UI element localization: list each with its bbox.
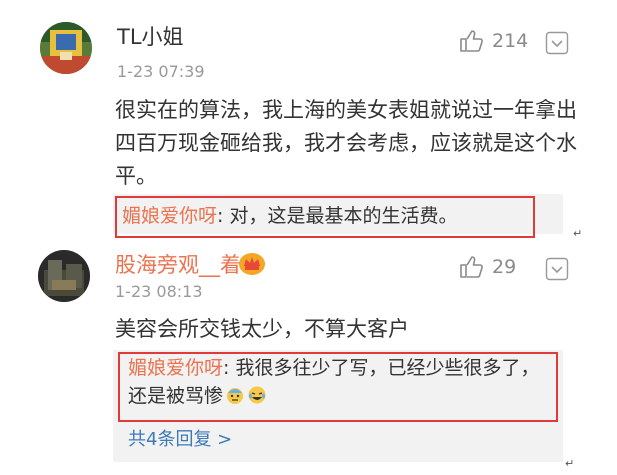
paragraph-mark: ↵ <box>565 457 575 470</box>
more-menu-button[interactable] <box>545 31 569 55</box>
paragraph-mark: ↵ <box>573 227 583 240</box>
timestamp: 1-23 07:39 <box>117 62 205 81</box>
avatar[interactable] <box>38 250 90 302</box>
like-button[interactable]: 214 <box>458 28 528 54</box>
like-count: 29 <box>492 256 517 278</box>
view-more-replies-link[interactable]: 共4条回复 > <box>128 428 232 452</box>
chevron-down-icon <box>545 31 569 55</box>
reply-highlight-box <box>115 196 535 238</box>
comment-item: TL小姐 1-23 07:39 214 很实在的算法，我上海的美女表姐就说过一年… <box>0 0 617 240</box>
vip-crown-icon <box>239 253 265 275</box>
comment-text: 美容会所交钱太少，不算大客户 <box>115 317 409 341</box>
like-button[interactable]: 29 <box>458 254 516 280</box>
like-count: 214 <box>492 30 529 52</box>
username[interactable]: 股海旁观__着 <box>115 252 241 278</box>
avatar[interactable] <box>40 22 92 74</box>
comment-text: 很实在的算法，我上海的美女表姐就说过一年拿出四百万现金砸给我，我才会考虑，应该就… <box>115 98 577 188</box>
username[interactable]: TL小姐 <box>117 24 184 50</box>
chevron-down-icon <box>545 257 569 281</box>
more-menu-button[interactable] <box>545 257 569 281</box>
timestamp: 1-23 08:13 <box>115 282 203 301</box>
reply-highlight-box <box>118 352 558 422</box>
comment-item: 股海旁观__着 1-23 08:13 29 美容会所交钱太少，不算大客户 媚娘爱… <box>0 240 617 475</box>
thumbs-up-icon <box>460 30 483 52</box>
thumbs-up-icon <box>460 256 483 278</box>
